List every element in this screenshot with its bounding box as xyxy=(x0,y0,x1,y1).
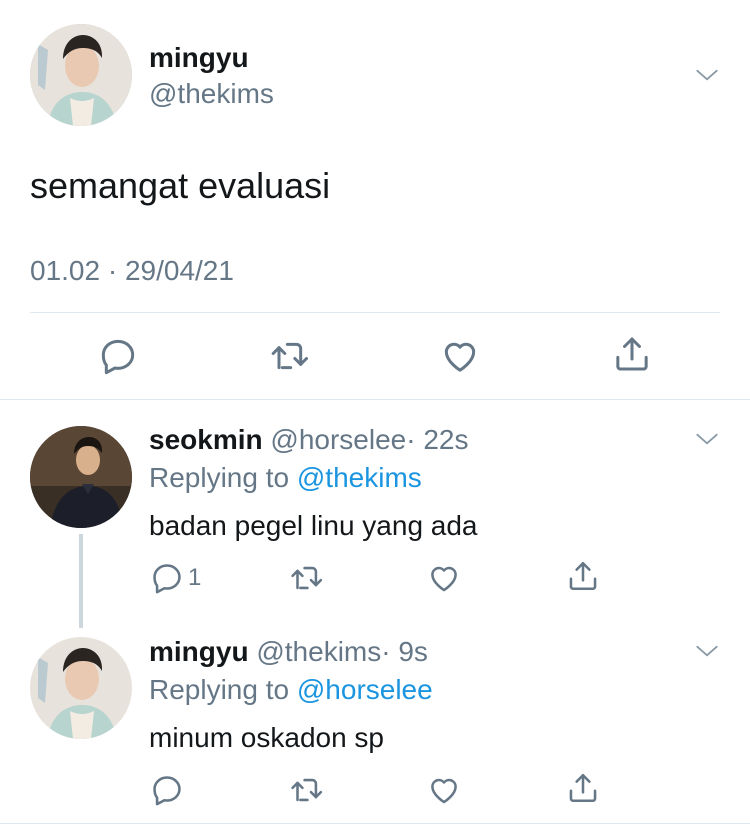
avatar-photo xyxy=(30,24,132,126)
replying-to: Replying to @horselee xyxy=(149,674,433,706)
reply-icon[interactable] xyxy=(98,336,138,376)
avatar[interactable] xyxy=(30,24,132,126)
tweet-text: badan pegel linu yang ada xyxy=(149,510,478,541)
reply-count: 1 xyxy=(188,564,202,591)
timestamp[interactable]: 01.02 · 29/04/21 xyxy=(30,254,234,288)
retweet-icon[interactable] xyxy=(288,773,324,807)
avatar-photo xyxy=(30,426,132,528)
thread-line xyxy=(79,534,83,628)
reply-icon[interactable] xyxy=(150,773,184,807)
chevron-down-icon[interactable] xyxy=(694,62,720,88)
avatar[interactable] xyxy=(30,637,132,739)
relative-time[interactable]: · 9s xyxy=(381,636,428,667)
share-icon[interactable] xyxy=(566,559,600,593)
section-divider xyxy=(0,399,750,400)
like-icon[interactable] xyxy=(427,773,461,807)
like-icon[interactable] xyxy=(440,336,480,376)
mention-link[interactable]: @horselee xyxy=(297,674,433,705)
divider xyxy=(30,312,720,313)
handle[interactable]: @horselee xyxy=(270,424,406,455)
replying-to: Replying to @thekims xyxy=(149,462,422,494)
relative-time[interactable]: · 22s xyxy=(406,424,468,455)
chevron-down-icon[interactable] xyxy=(694,638,720,664)
handle[interactable]: @thekims xyxy=(256,636,381,667)
replying-label: Replying to xyxy=(149,674,290,705)
retweet-icon[interactable] xyxy=(288,561,324,595)
avatar-photo xyxy=(30,637,132,739)
mention-link[interactable]: @thekims xyxy=(297,462,422,493)
like-icon[interactable] xyxy=(427,561,461,595)
reply-icon[interactable] xyxy=(150,561,184,595)
share-icon[interactable] xyxy=(612,334,652,374)
display-name[interactable]: mingyu xyxy=(149,636,249,667)
bottom-divider xyxy=(0,823,750,824)
handle[interactable]: @thekims xyxy=(149,78,274,110)
avatar[interactable] xyxy=(30,426,132,528)
retweet-icon[interactable] xyxy=(268,336,310,376)
chevron-down-icon[interactable] xyxy=(694,426,720,452)
share-icon[interactable] xyxy=(566,771,600,805)
display-name[interactable]: mingyu xyxy=(149,42,249,74)
replying-label: Replying to xyxy=(149,462,290,493)
reply-header: seokmin @horselee· 22s xyxy=(149,424,468,456)
tweet-text: minum oskadon sp xyxy=(149,722,385,753)
display-name[interactable]: seokmin xyxy=(149,424,263,455)
tweet-text: semangat evaluasi xyxy=(30,165,331,206)
reply-header: mingyu @thekims· 9s xyxy=(149,636,428,668)
